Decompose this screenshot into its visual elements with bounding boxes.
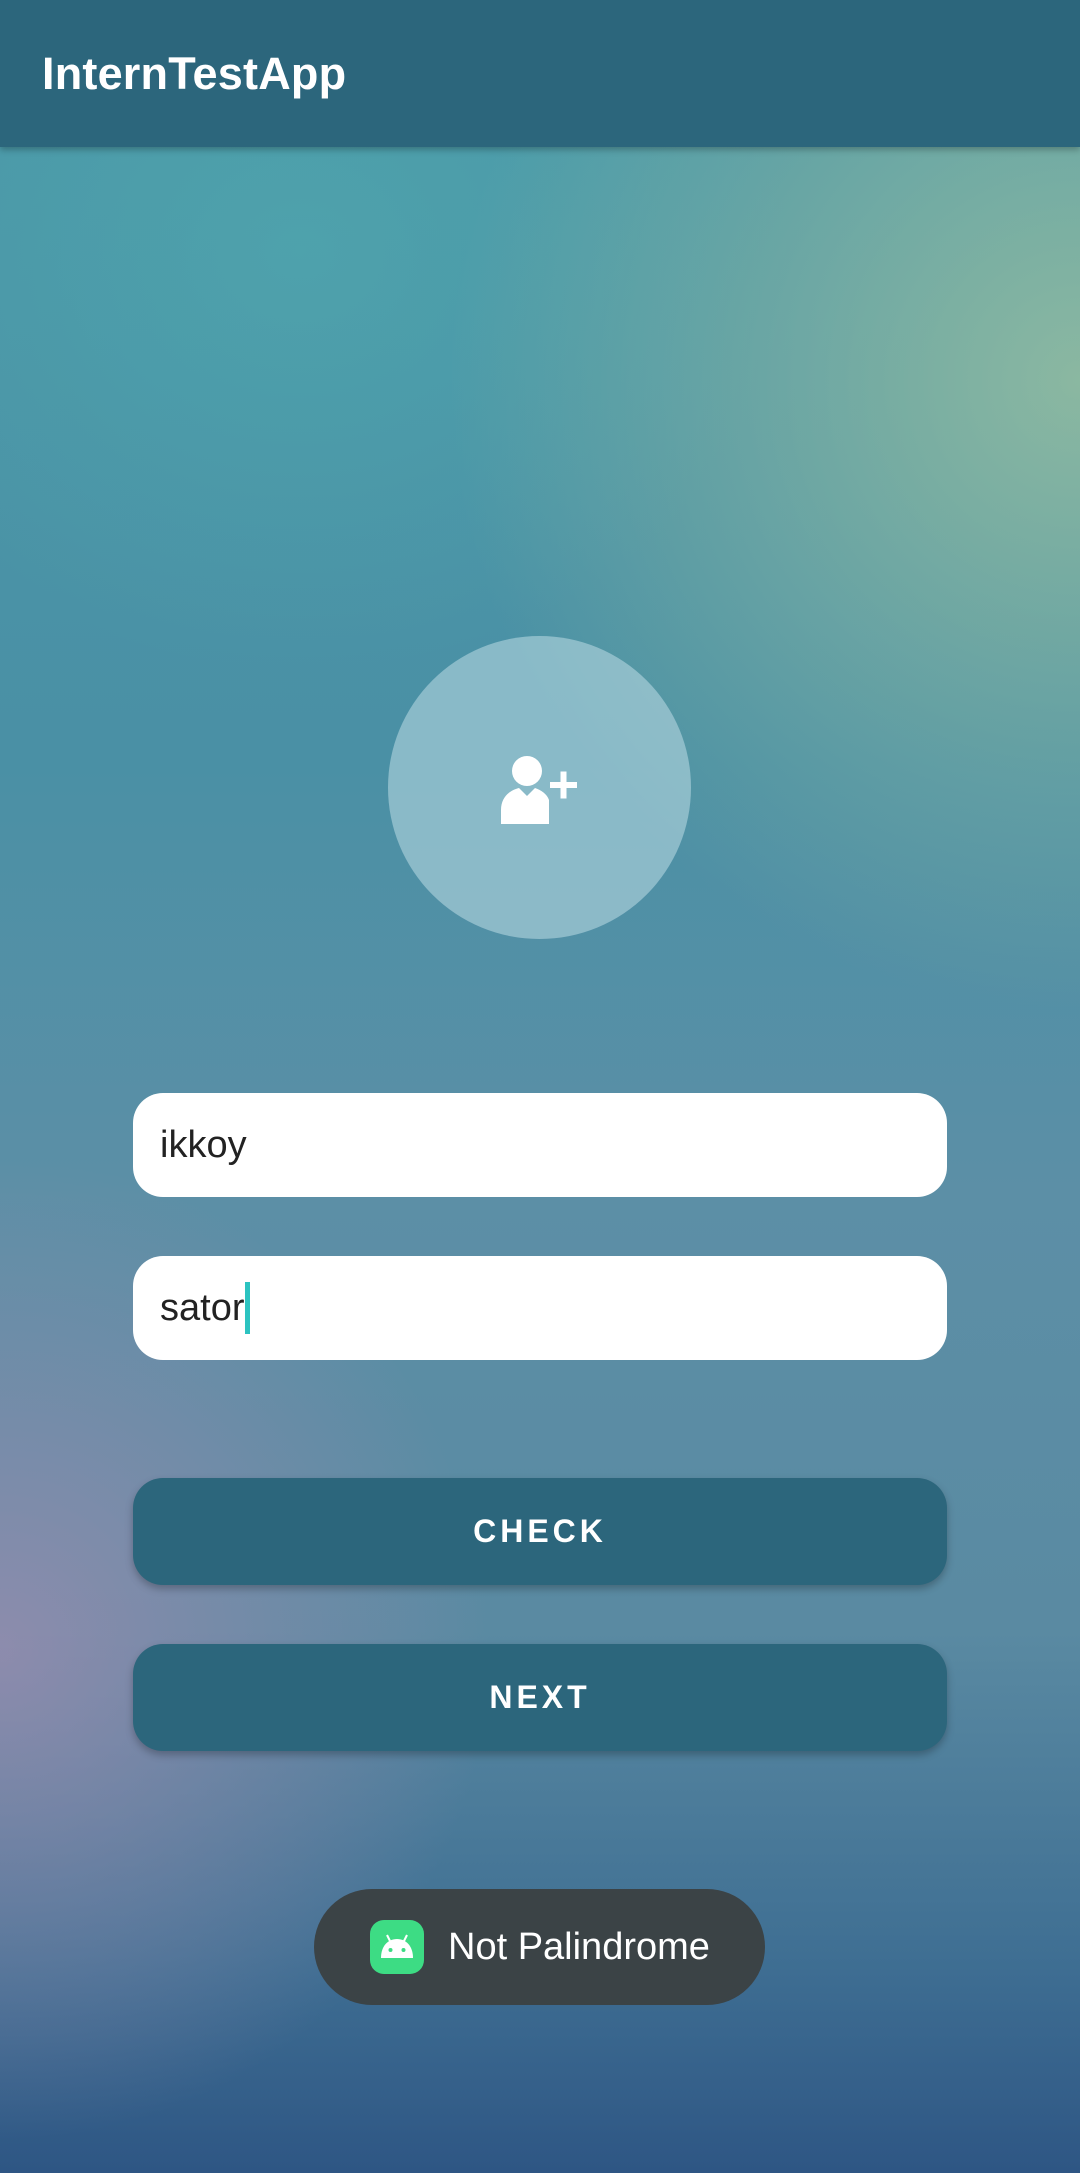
check-button[interactable]: CHECK [133, 1478, 947, 1585]
palindrome-input[interactable]: sator [160, 1282, 251, 1334]
android-icon [370, 1920, 424, 1974]
next-button[interactable]: NEXT [133, 1644, 947, 1751]
name-field[interactable] [133, 1093, 947, 1197]
app-bar: InternTestApp [0, 0, 1080, 147]
app-title: InternTestApp [42, 47, 347, 99]
text-caret [245, 1282, 251, 1334]
palindrome-field[interactable]: sator [133, 1256, 947, 1360]
add-user-icon [500, 755, 577, 824]
add-photo-button[interactable] [388, 636, 691, 939]
name-input[interactable] [160, 1123, 947, 1167]
palindrome-input-value: sator [160, 1286, 245, 1329]
toast-message: Not Palindrome [448, 1925, 710, 1968]
toast: Not Palindrome [314, 1889, 765, 2005]
